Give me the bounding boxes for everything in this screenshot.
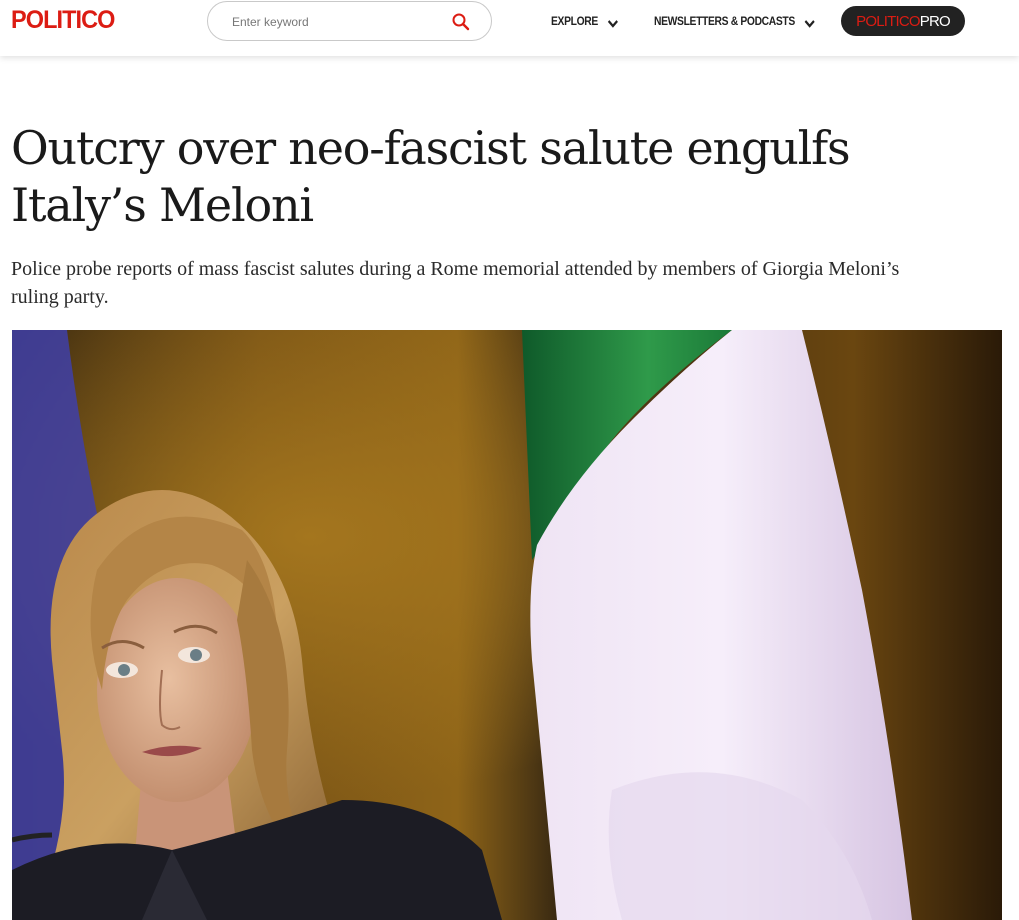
chevron-down-icon: [804, 16, 816, 28]
politico-logo[interactable]: POLITICO: [11, 6, 115, 34]
hero-photo-illustration: [12, 330, 1002, 920]
politico-pro-button[interactable]: POLITICO PRO: [841, 6, 965, 36]
nav-newsletters-podcasts[interactable]: NEWSLETTERS & PODCASTS: [654, 12, 816, 30]
chevron-down-icon: [607, 16, 619, 28]
article-dek: Police probe reports of mass fascist sal…: [11, 258, 900, 308]
nav-newsletters-label: NEWSLETTERS & PODCASTS: [654, 14, 795, 28]
search-box[interactable]: [207, 1, 492, 41]
search-icon[interactable]: [451, 12, 471, 32]
nav-explore-label: EXPLORE: [551, 14, 598, 28]
pro-button-brand: POLITICO: [856, 12, 920, 30]
nav-explore[interactable]: EXPLORE: [551, 12, 619, 30]
search-input[interactable]: [232, 11, 442, 33]
pro-button-pro: PRO: [919, 12, 951, 30]
hero-image: [12, 330, 1002, 920]
site-header: POLITICO EXPLORE NEWSLETTERS & PODCASTS …: [0, 0, 1019, 56]
article-headline: Outcry over neo-fascist salute engulfs I…: [11, 121, 851, 232]
